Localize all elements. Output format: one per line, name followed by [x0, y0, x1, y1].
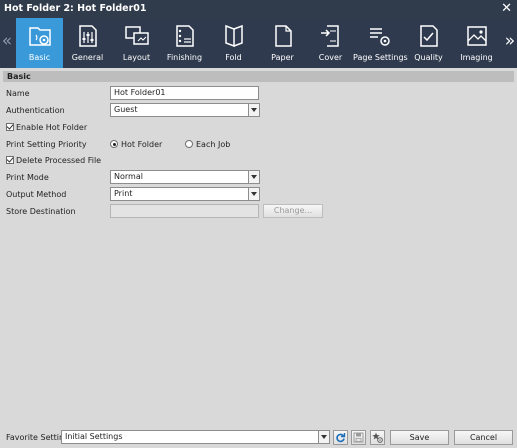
- tab-cover[interactable]: Cover: [307, 18, 354, 68]
- close-icon[interactable]: ✕: [501, 1, 512, 17]
- window-title: Hot Folder 2: Hot Folder01: [4, 3, 147, 14]
- enable-hot-folder-label: Enable Hot Folder: [16, 123, 88, 132]
- authentication-label: Authentication: [6, 106, 65, 115]
- radio-hot-folder-label: Hot Folder: [121, 140, 163, 149]
- save-favorite-button[interactable]: [351, 430, 366, 445]
- tab-general[interactable]: General: [64, 18, 111, 68]
- scroll-left-icon[interactable]: «: [1, 28, 13, 54]
- chevron-down-icon: [248, 104, 259, 116]
- imaging-icon: [466, 26, 487, 46]
- store-destination-input[interactable]: [110, 204, 259, 218]
- tab-paper-label: Paper: [271, 53, 294, 62]
- finishing-icon: [175, 25, 194, 47]
- section-header-basic: Basic: [3, 71, 514, 82]
- save-button[interactable]: Save: [390, 430, 449, 445]
- tab-layout[interactable]: Layout: [113, 18, 160, 68]
- tab-quality-label: Quality: [414, 53, 443, 62]
- print-mode-value: Normal: [114, 172, 143, 181]
- refresh-icon: [336, 433, 346, 443]
- output-method-value: Print: [114, 189, 133, 198]
- tab-fold[interactable]: Fold: [210, 18, 257, 68]
- tab-cover-label: Cover: [318, 53, 343, 62]
- paper-icon: [274, 25, 292, 47]
- cancel-button[interactable]: Cancel: [454, 430, 513, 445]
- radio-each-job-label: Each Job: [196, 140, 231, 149]
- folder-gear-icon: [28, 27, 51, 46]
- authentication-value: Guest: [114, 105, 138, 114]
- tab-basic[interactable]: Basic: [16, 18, 63, 68]
- tab-finishing[interactable]: Finishing: [161, 18, 208, 68]
- chevron-down-icon: [318, 431, 329, 443]
- tab-fold-label: Fold: [225, 53, 242, 62]
- favorite-setting-label: Favorite Setting: [6, 433, 70, 442]
- cover-icon: [320, 25, 339, 47]
- enable-hot-folder-checkbox[interactable]: [6, 123, 14, 131]
- fold-icon: [224, 24, 243, 48]
- delete-processed-label: Delete Processed File: [16, 156, 102, 165]
- tab-quality[interactable]: Quality: [405, 18, 452, 68]
- output-method-label: Output Method: [6, 190, 67, 199]
- tab-paper[interactable]: Paper: [259, 18, 306, 68]
- chevron-down-icon: [248, 171, 259, 183]
- scroll-right-icon[interactable]: »: [504, 28, 516, 54]
- tab-imaging-label: Imaging: [460, 53, 493, 62]
- star-gear-icon: [372, 432, 383, 443]
- tab-strip: « Basic General Layout Finishing Fold Pa…: [0, 18, 517, 68]
- chevron-down-icon: [248, 188, 259, 200]
- change-button[interactable]: Change...: [263, 204, 323, 218]
- authentication-select[interactable]: Guest: [110, 103, 260, 117]
- title-bar: Hot Folder 2: Hot Folder01 ✕: [0, 0, 517, 18]
- refresh-button[interactable]: [333, 430, 348, 445]
- favorite-setting-value: Initial Settings: [65, 432, 123, 441]
- radio-each-job[interactable]: [185, 140, 193, 148]
- tab-general-label: General: [71, 53, 104, 62]
- sliders-doc-icon: [78, 25, 97, 47]
- tab-finishing-label: Finishing: [166, 53, 203, 62]
- tab-layout-label: Layout: [122, 53, 151, 62]
- name-input[interactable]: Hot Folder01: [110, 86, 259, 100]
- page-settings-icon: [369, 28, 390, 46]
- quality-icon: [419, 25, 438, 47]
- tab-basic-label: Basic: [28, 53, 51, 62]
- radio-hot-folder[interactable]: [110, 140, 118, 148]
- output-method-select[interactable]: Print: [110, 187, 260, 201]
- floppy-icon: [353, 432, 364, 443]
- favorite-setting-select[interactable]: Initial Settings: [61, 430, 330, 444]
- store-destination-label: Store Destination: [6, 207, 76, 216]
- delete-processed-checkbox[interactable]: [6, 156, 14, 164]
- print-mode-label: Print Mode: [6, 173, 49, 182]
- name-label: Name: [6, 89, 30, 98]
- print-priority-label: Print Setting Priority: [6, 140, 87, 149]
- layout-icon: [124, 26, 149, 45]
- tab-page-settings-label: Page Settings: [353, 53, 408, 62]
- tab-page-settings[interactable]: Page Settings: [353, 18, 408, 68]
- tab-imaging[interactable]: Imaging: [453, 18, 500, 68]
- print-mode-select[interactable]: Normal: [110, 170, 260, 184]
- favorite-settings-button[interactable]: [370, 430, 385, 445]
